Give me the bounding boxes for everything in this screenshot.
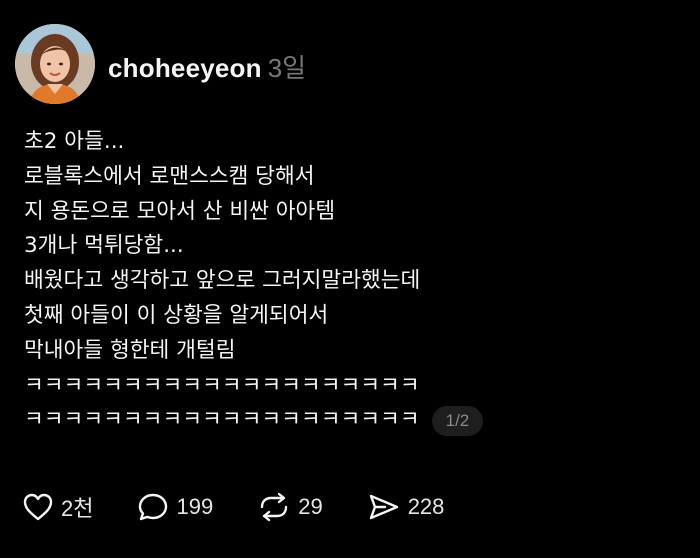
post-text-line-with-pager: ㅋㅋㅋㅋㅋㅋㅋㅋㅋㅋㅋㅋㅋㅋㅋㅋㅋㅋㅋㅋ 1/2 [24, 403, 664, 438]
page-indicator-badge[interactable]: 1/2 [431, 405, 484, 436]
comment-count: 199 [176, 494, 214, 519]
send-icon [369, 494, 398, 520]
thread-post: choheeyeon 3일 초2 아들... 로블록스에서 로맨스스캠 당해서 … [0, 0, 700, 558]
repost-icon [261, 492, 288, 522]
repost-button[interactable]: 29 [257, 492, 323, 522]
avatar-image [15, 24, 95, 104]
post-text-line: 첫째 아들이 이 상황을 알게되어서 [24, 302, 329, 328]
post-text-line: ㅋㅋㅋㅋㅋㅋㅋㅋㅋㅋㅋㅋㅋㅋㅋㅋㅋㅋㅋㅋ [24, 407, 420, 433]
post-text-line: ㅋㅋㅋㅋㅋㅋㅋㅋㅋㅋㅋㅋㅋㅋㅋㅋㅋㅋㅋㅋ [24, 372, 420, 398]
post-text-line: 지 용돈으로 모아서 산 비싼 아아템 [24, 198, 336, 224]
share-button[interactable]: 228 [367, 492, 445, 522]
username-link[interactable]: choheeyeon [108, 53, 262, 84]
avatar[interactable] [15, 24, 95, 104]
post-action-bar: 2천 199 29 228 [22, 488, 488, 526]
share-count: 228 [407, 494, 445, 519]
post-header: choheeyeon 3일 [108, 48, 306, 85]
post-text-line: 초2 아들... [24, 129, 125, 154]
post-text-line: 배웠다고 생각하고 앞으로 그러지말라했는데 [24, 268, 421, 294]
post-text-line: 로블록스에서 로맨스스캠 당해서 [24, 163, 315, 189]
heart-icon [23, 493, 53, 521]
post-timestamp[interactable]: 3일 [268, 48, 306, 85]
comment-bubble-icon [139, 493, 168, 521]
comment-button[interactable]: 199 [137, 492, 213, 522]
like-button[interactable]: 2천 [22, 491, 93, 523]
repost-count: 29 [298, 494, 323, 519]
post-body: 초2 아들... 로블록스에서 로맨스스캠 당해서 지 용돈으로 모아서 산 비… [24, 125, 664, 438]
like-count: 2천 [61, 496, 94, 521]
post-text-line: 막내아들 형한테 개털림 [24, 337, 236, 363]
post-text-line: 3개나 먹튀당함... [24, 233, 184, 259]
